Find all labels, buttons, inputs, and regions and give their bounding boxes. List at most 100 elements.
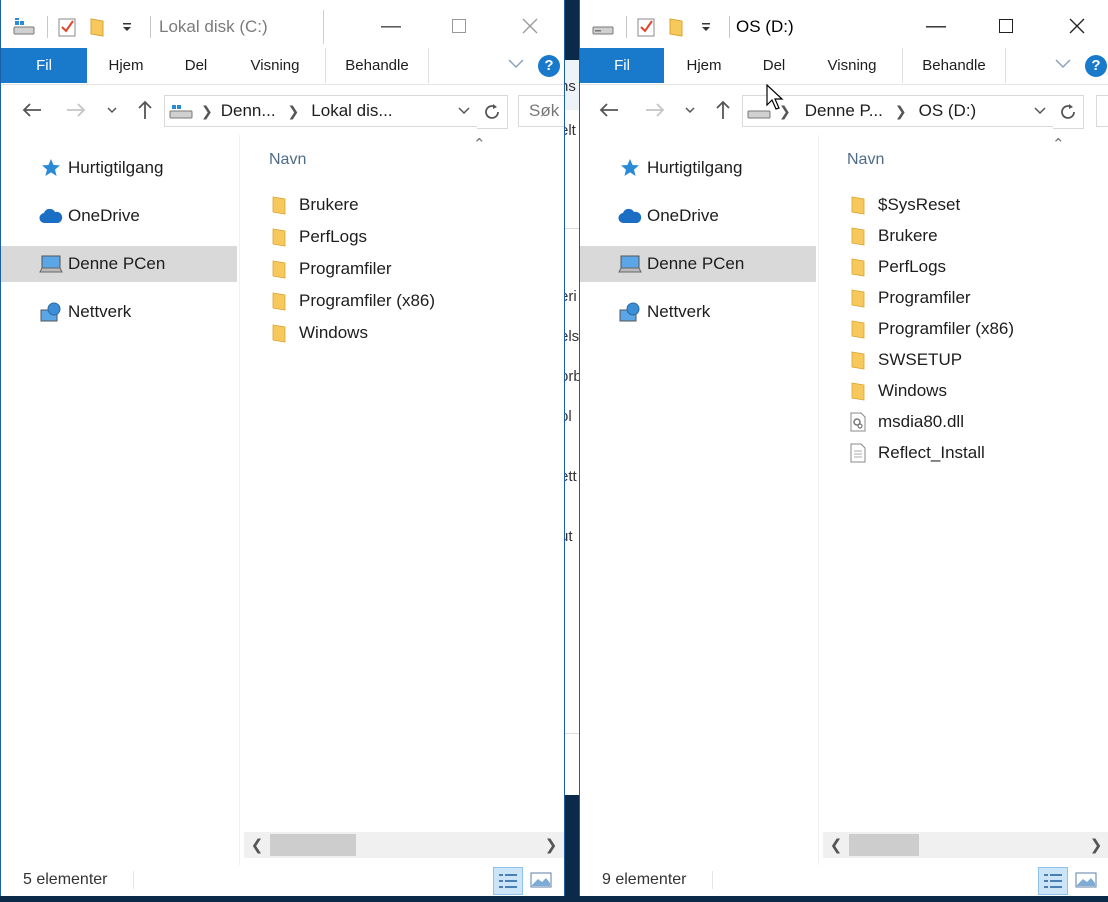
details-view-icon bbox=[1044, 874, 1062, 888]
sort-ascending-icon[interactable]: ⌃ bbox=[473, 135, 486, 153]
nav-item-network[interactable]: Nettverk bbox=[580, 294, 816, 330]
scroll-right-icon[interactable]: ❯ bbox=[538, 836, 564, 854]
folder-icon bbox=[848, 288, 868, 308]
dropdown-icon[interactable] bbox=[695, 16, 717, 38]
tools-tab-highlight bbox=[323, 10, 324, 44]
file-name: Brukere bbox=[299, 195, 359, 214]
file-row[interactable]: PerfLogs bbox=[269, 223, 367, 251]
tab-view[interactable]: Visning bbox=[237, 48, 313, 83]
tab-view[interactable]: Visning bbox=[808, 48, 896, 83]
properties-icon[interactable] bbox=[56, 16, 78, 38]
nav-item-quick-access[interactable]: Hurtigtilgang bbox=[1, 150, 237, 186]
forward-button[interactable] bbox=[642, 97, 668, 123]
breadcrumb-this-pc[interactable]: Denne P... bbox=[805, 101, 883, 121]
breadcrumb-drive[interactable]: OS (D:) bbox=[919, 101, 977, 121]
large-icons-view-button[interactable] bbox=[527, 867, 555, 893]
ribbon-expand-button[interactable] bbox=[1053, 56, 1073, 76]
star-icon bbox=[618, 156, 642, 180]
help-button[interactable]: ? bbox=[538, 55, 560, 77]
recent-locations-button[interactable] bbox=[99, 97, 125, 123]
scrollbar-thumb[interactable] bbox=[849, 834, 919, 856]
close-button[interactable] bbox=[507, 10, 553, 42]
column-header-name[interactable]: Navn bbox=[847, 151, 884, 169]
file-row[interactable]: Windows bbox=[848, 377, 947, 405]
tab-manage[interactable]: Behandle bbox=[325, 48, 429, 83]
nav-item-network[interactable]: Nettverk bbox=[1, 294, 237, 330]
ribbon-expand-button[interactable] bbox=[506, 56, 526, 76]
breadcrumb-drive[interactable]: Lokal dis... bbox=[311, 101, 392, 121]
scrollbar-thumb[interactable] bbox=[270, 834, 356, 856]
tab-manage[interactable]: Behandle bbox=[902, 48, 1006, 83]
nav-item-this-pc[interactable]: Denne PCen bbox=[1, 246, 237, 282]
column-header-name[interactable]: Navn bbox=[269, 151, 306, 169]
scroll-right-icon[interactable]: ❯ bbox=[1083, 836, 1108, 854]
file-name: SWSETUP bbox=[878, 350, 963, 369]
file-row[interactable]: $SysReset bbox=[848, 191, 960, 219]
file-row[interactable]: Windows bbox=[269, 319, 368, 347]
breadcrumb-this-pc[interactable]: Denn... bbox=[221, 101, 276, 121]
back-button[interactable] bbox=[596, 97, 622, 123]
recent-locations-button[interactable] bbox=[677, 97, 703, 123]
refresh-button[interactable] bbox=[477, 95, 508, 129]
nav-item-onedrive[interactable]: OneDrive bbox=[1, 198, 237, 234]
address-bar[interactable]: ❯ Denn... ❯ Lokal dis... bbox=[164, 95, 479, 127]
refresh-icon bbox=[1061, 104, 1075, 119]
computer-icon bbox=[39, 252, 63, 276]
horizontal-scrollbar[interactable]: ❮ ❯ bbox=[823, 832, 1108, 858]
help-button[interactable]: ? bbox=[1085, 55, 1107, 77]
file-name: Reflect_Install bbox=[878, 443, 985, 462]
minimize-button[interactable]: — bbox=[913, 10, 959, 42]
scroll-left-icon[interactable]: ❮ bbox=[823, 836, 849, 854]
sort-ascending-icon[interactable]: ⌃ bbox=[1052, 135, 1065, 153]
file-row[interactable]: Reflect_Install bbox=[848, 439, 985, 467]
address-bar[interactable]: ❯ Denne P... ❯ OS (D:) bbox=[742, 95, 1055, 127]
file-row[interactable]: Programfiler bbox=[848, 284, 971, 312]
file-row[interactable]: SWSETUP bbox=[848, 346, 962, 374]
properties-icon[interactable] bbox=[635, 16, 657, 38]
nav-item-this-pc[interactable]: Denne PCen bbox=[580, 246, 816, 282]
nav-item-label: OneDrive bbox=[68, 206, 140, 225]
new-folder-icon[interactable] bbox=[86, 16, 108, 38]
nav-item-label: Denne PCen bbox=[647, 254, 745, 273]
search-input[interactable] bbox=[1096, 95, 1108, 127]
nav-item-quick-access[interactable]: Hurtigtilgang bbox=[580, 150, 816, 186]
file-row[interactable]: PerfLogs bbox=[848, 253, 946, 281]
back-button[interactable] bbox=[19, 97, 45, 123]
details-view-button[interactable] bbox=[1038, 867, 1068, 895]
maximize-button[interactable] bbox=[983, 10, 1029, 42]
maximize-button[interactable] bbox=[436, 10, 482, 42]
close-button[interactable] bbox=[1054, 10, 1100, 42]
explorer-window-c: Lokal disk (C:) — Fil Hjem Del Visning B… bbox=[0, 0, 565, 896]
minimize-button[interactable]: — bbox=[368, 10, 414, 42]
details-view-button[interactable] bbox=[493, 867, 523, 895]
ribbon-tabs: Fil Hjem Del Visning Behandle ? bbox=[1, 48, 564, 85]
file-row[interactable]: Brukere bbox=[269, 191, 359, 219]
search-input[interactable]: Søk bbox=[518, 95, 564, 127]
tab-share[interactable]: Del bbox=[173, 48, 219, 83]
horizontal-scrollbar[interactable]: ❮ ❯ bbox=[244, 832, 564, 858]
file-row[interactable]: Brukere bbox=[848, 222, 938, 250]
forward-icon bbox=[67, 103, 86, 117]
toolbar-separator bbox=[150, 16, 151, 38]
up-button[interactable] bbox=[710, 97, 736, 123]
large-icons-view-button[interactable] bbox=[1072, 867, 1100, 893]
status-divider bbox=[712, 871, 713, 889]
nav-item-onedrive[interactable]: OneDrive bbox=[580, 198, 816, 234]
tab-home[interactable]: Hjem bbox=[671, 48, 737, 83]
tab-share[interactable]: Del bbox=[752, 48, 796, 83]
new-folder-icon[interactable] bbox=[665, 16, 687, 38]
up-button[interactable] bbox=[132, 97, 158, 123]
file-row[interactable]: msdia80.dll bbox=[848, 408, 964, 436]
address-dropdown-button[interactable] bbox=[453, 96, 475, 126]
file-row[interactable]: Programfiler (x86) bbox=[848, 315, 1014, 343]
tab-home[interactable]: Hjem bbox=[93, 48, 159, 83]
file-row[interactable]: Programfiler (x86) bbox=[269, 287, 435, 315]
address-dropdown-button[interactable] bbox=[1029, 96, 1051, 126]
tab-file[interactable]: Fil bbox=[1, 48, 87, 83]
scroll-left-icon[interactable]: ❮ bbox=[244, 836, 270, 854]
refresh-button[interactable] bbox=[1053, 95, 1084, 129]
dropdown-icon[interactable] bbox=[116, 16, 138, 38]
forward-button[interactable] bbox=[63, 97, 89, 123]
file-row[interactable]: Programfiler bbox=[269, 255, 392, 283]
tab-file[interactable]: Fil bbox=[580, 48, 664, 83]
